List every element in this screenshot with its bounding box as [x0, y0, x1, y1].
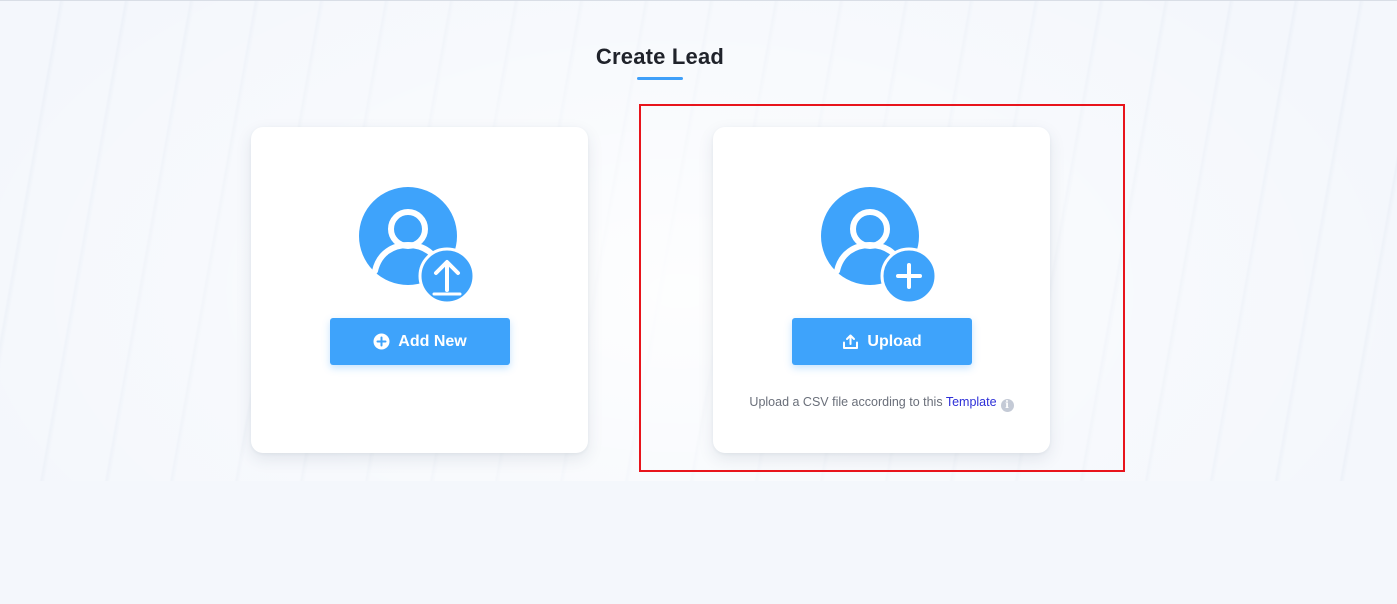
page-title-underline: [637, 77, 683, 80]
upload-button[interactable]: Upload: [792, 318, 972, 365]
page-title: Create Lead: [595, 44, 725, 69]
user-upload-icon: [359, 187, 476, 305]
upload-button-label: Upload: [867, 332, 922, 350]
info-icon[interactable]: i: [1000, 399, 1014, 412]
add-new-card: Add New: [251, 127, 588, 453]
add-new-button-label: Add New: [398, 332, 467, 350]
plus-circle-icon: [373, 333, 390, 350]
upload-icon: [843, 334, 859, 349]
template-link[interactable]: Template: [946, 395, 997, 409]
add-new-button[interactable]: Add New: [330, 318, 510, 365]
upload-note-text: Upload a CSV file according to this: [749, 395, 943, 409]
upload-card: Upload Upload a CSV file according to th…: [713, 127, 1050, 453]
hero-background: [0, 1, 1397, 481]
upload-note: Upload a CSV file according to this Temp…: [713, 395, 1050, 412]
user-add-icon: [821, 187, 938, 305]
